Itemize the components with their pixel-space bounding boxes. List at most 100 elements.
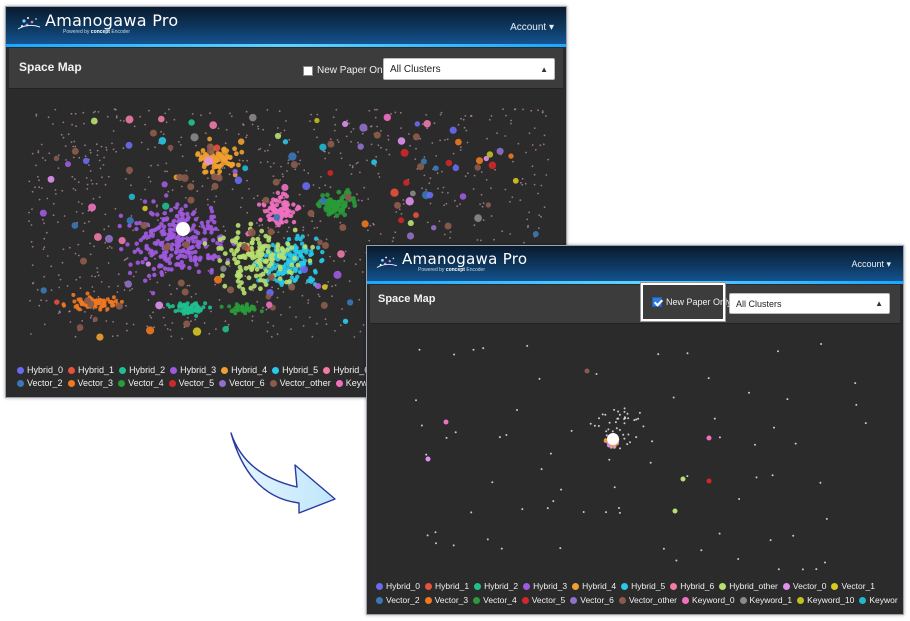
map-point[interactable] xyxy=(64,161,72,168)
map-point[interactable] xyxy=(369,224,372,227)
map-point[interactable] xyxy=(362,324,365,326)
map-point[interactable] xyxy=(306,278,311,284)
map-point[interactable] xyxy=(598,417,600,420)
map-point[interactable] xyxy=(552,500,555,503)
map-point[interactable] xyxy=(135,271,137,273)
map-point[interactable] xyxy=(198,225,201,228)
map-point[interactable] xyxy=(476,239,479,241)
map-point[interactable] xyxy=(159,270,164,275)
map-point[interactable] xyxy=(186,316,189,319)
map-point[interactable] xyxy=(320,249,325,255)
map-point[interactable] xyxy=(50,265,53,268)
map-point[interactable] xyxy=(584,368,590,374)
map-point[interactable] xyxy=(187,265,192,270)
map-point[interactable] xyxy=(213,158,218,163)
map-point[interactable] xyxy=(339,224,347,231)
map-point[interactable] xyxy=(144,243,149,249)
map-point[interactable] xyxy=(342,212,347,218)
map-point[interactable] xyxy=(607,433,619,445)
map-point[interactable] xyxy=(445,436,448,439)
map-point[interactable] xyxy=(820,343,823,345)
map-point[interactable] xyxy=(595,373,598,375)
map-point[interactable] xyxy=(348,280,351,282)
map-point[interactable] xyxy=(465,129,468,132)
legend-item[interactable]: Hybrid_5 xyxy=(621,581,665,591)
map-point[interactable] xyxy=(559,547,562,550)
map-point[interactable] xyxy=(326,200,331,206)
map-point[interactable] xyxy=(516,409,518,411)
map-point[interactable] xyxy=(71,123,73,126)
map-point[interactable] xyxy=(74,178,76,181)
map-point[interactable] xyxy=(459,203,461,205)
map-point[interactable] xyxy=(302,205,305,207)
map-point[interactable] xyxy=(394,111,397,114)
map-point[interactable] xyxy=(72,187,75,190)
map-point[interactable] xyxy=(61,189,64,192)
map-point[interactable] xyxy=(147,299,150,301)
map-point[interactable] xyxy=(215,328,217,331)
map-point[interactable] xyxy=(378,176,381,178)
map-point[interactable] xyxy=(185,169,188,172)
map-point[interactable] xyxy=(268,144,271,146)
map-point[interactable] xyxy=(31,264,34,266)
map-point[interactable] xyxy=(480,171,483,173)
map-point[interactable] xyxy=(94,110,96,113)
map-point[interactable] xyxy=(277,231,280,234)
map-point[interactable] xyxy=(485,202,491,208)
map-point[interactable] xyxy=(125,141,133,149)
map-point[interactable] xyxy=(280,314,282,316)
map-point[interactable] xyxy=(202,227,208,232)
map-point[interactable] xyxy=(125,242,130,247)
map-point[interactable] xyxy=(353,336,356,338)
map-point[interactable] xyxy=(148,109,150,112)
map-point[interactable] xyxy=(376,108,378,111)
map-point[interactable] xyxy=(398,217,405,224)
map-point[interactable] xyxy=(72,299,77,304)
map-point[interactable] xyxy=(44,159,47,162)
map-point[interactable] xyxy=(99,167,102,170)
map-point[interactable] xyxy=(443,204,446,207)
map-point[interactable] xyxy=(315,201,321,207)
map-point[interactable] xyxy=(195,144,197,147)
map-point[interactable] xyxy=(257,127,260,130)
map-point[interactable] xyxy=(466,141,469,144)
map-point[interactable] xyxy=(346,299,354,306)
map-point[interactable] xyxy=(460,117,462,120)
map-point[interactable] xyxy=(146,326,155,335)
map-point[interactable] xyxy=(45,299,48,302)
map-point[interactable] xyxy=(339,221,342,224)
map-point[interactable] xyxy=(520,181,522,184)
map-point[interactable] xyxy=(169,253,174,258)
map-point[interactable] xyxy=(191,239,196,244)
map-point[interactable] xyxy=(247,228,256,237)
map-point[interactable] xyxy=(415,399,417,402)
map-point[interactable] xyxy=(500,547,503,550)
map-point[interactable] xyxy=(387,134,389,137)
map-point[interactable] xyxy=(132,323,135,326)
map-point[interactable] xyxy=(614,421,617,424)
map-point[interactable] xyxy=(459,193,467,200)
map-point[interactable] xyxy=(605,511,607,514)
map-point[interactable] xyxy=(151,199,156,204)
map-point[interactable] xyxy=(164,271,167,274)
map-point[interactable] xyxy=(437,187,439,190)
map-point[interactable] xyxy=(374,164,377,167)
map-point[interactable] xyxy=(231,251,237,257)
map-point[interactable] xyxy=(436,172,439,175)
map-point[interactable] xyxy=(84,155,87,158)
map-point[interactable] xyxy=(150,316,153,319)
map-point[interactable] xyxy=(528,132,531,134)
map-point[interactable] xyxy=(713,417,716,420)
space-map-canvas[interactable]: Hybrid_0 Hybrid_1 Hybrid_2 Hybrid_3 Hybrid_4… xyxy=(370,324,900,611)
map-point[interactable] xyxy=(421,123,424,126)
map-point[interactable] xyxy=(84,311,86,313)
map-point[interactable] xyxy=(619,447,621,450)
legend-item[interactable]: Hybrid_6 xyxy=(670,581,714,591)
map-point[interactable] xyxy=(425,188,427,191)
map-point[interactable] xyxy=(618,413,621,416)
map-point[interactable] xyxy=(449,126,457,134)
map-point[interactable] xyxy=(126,216,134,225)
map-point[interactable] xyxy=(261,224,264,226)
map-point[interactable] xyxy=(194,313,199,318)
map-point[interactable] xyxy=(114,207,117,210)
